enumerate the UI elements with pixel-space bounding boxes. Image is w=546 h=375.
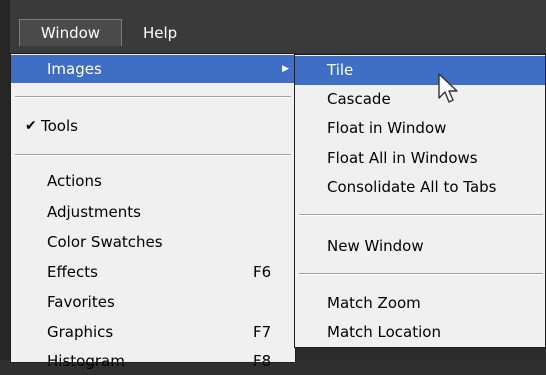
submenu-arrow-icon: ▶ <box>282 64 289 74</box>
submenu-item-tile[interactable]: Tile <box>295 56 545 85</box>
submenu-item-label: Float All in Windows <box>327 149 478 167</box>
menu-item-label: Favorites <box>47 293 115 311</box>
submenu-item-consolidate-all-to-tabs[interactable]: Consolidate All to Tabs <box>295 173 545 202</box>
menu-item-actions[interactable]: Actions <box>11 167 295 195</box>
menu-item-label: Graphics <box>47 323 114 341</box>
window-menu: Images ▶ ✔ Tools Actions Adjustments Col… <box>10 53 296 370</box>
menu-item-favorites[interactable]: Favorites <box>11 288 295 316</box>
menu-bar: Window Help <box>10 0 546 53</box>
submenu-item-float-all-in-windows[interactable]: Float All in Windows <box>295 144 545 173</box>
submenu-item-label: Match Zoom <box>327 294 421 312</box>
menu-separator <box>15 154 291 156</box>
menu-item-images[interactable]: Images ▶ <box>11 55 295 83</box>
menu-item-shortcut: F6 <box>253 263 272 281</box>
menu-item-label: Histogram <box>47 352 125 370</box>
menu-item-label: Actions <box>47 172 102 190</box>
menu-item-effects[interactable]: Effects F6 <box>11 258 295 286</box>
menu-item-tools[interactable]: ✔ Tools <box>11 112 295 140</box>
app-left-strip <box>0 0 10 360</box>
submenu-separator <box>299 273 543 275</box>
menu-item-shortcut: F7 <box>253 323 272 341</box>
menu-item-label: Adjustments <box>47 203 141 221</box>
menu-item-color-swatches[interactable]: Color Swatches <box>11 228 295 256</box>
menu-item-adjustments[interactable]: Adjustments <box>11 198 295 226</box>
submenu-item-match-location[interactable]: Match Location <box>295 318 545 347</box>
menu-item-label: Tools <box>41 117 78 135</box>
submenu-separator <box>299 214 543 216</box>
submenu-item-label: New Window <box>327 237 424 255</box>
submenu-item-label: Float in Window <box>327 119 447 137</box>
menu-window[interactable]: Window <box>19 19 122 46</box>
checkmark-icon: ✔ <box>25 118 37 134</box>
menu-item-histogram[interactable]: Histogram F8 <box>11 347 295 375</box>
submenu-item-label: Tile <box>327 61 354 79</box>
submenu-item-float-in-window[interactable]: Float in Window <box>295 114 545 143</box>
menu-item-label: Images <box>47 60 102 78</box>
menu-item-graphics[interactable]: Graphics F7 <box>11 318 295 346</box>
menu-separator <box>15 96 291 98</box>
submenu-item-new-window[interactable]: New Window <box>295 232 545 261</box>
menu-item-shortcut: F8 <box>253 352 272 370</box>
menu-help[interactable]: Help <box>143 20 177 46</box>
menu-item-label: Effects <box>47 263 98 281</box>
submenu-item-label: Consolidate All to Tabs <box>327 178 497 196</box>
submenu-item-label: Cascade <box>327 90 391 108</box>
submenu-item-cascade[interactable]: Cascade <box>295 85 545 114</box>
mouse-pointer-icon <box>438 73 458 103</box>
menu-item-label: Color Swatches <box>47 233 163 251</box>
submenu-item-label: Match Location <box>327 323 441 341</box>
images-submenu: Tile Cascade Float in Window Float All i… <box>294 54 546 348</box>
submenu-item-match-zoom[interactable]: Match Zoom <box>295 289 545 318</box>
